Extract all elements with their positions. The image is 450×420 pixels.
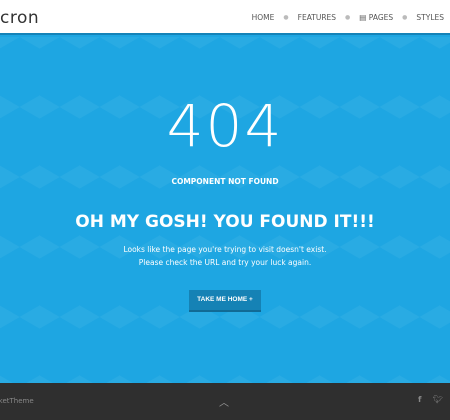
error-section: 404 COMPONENT NOT FOUND OH MY GOSH! YOU … [0, 37, 450, 383]
nav-styles[interactable]: STYLES [416, 13, 444, 22]
error-heading: OH MY GOSH! YOU FOUND IT!!! [75, 212, 375, 232]
facebook-icon[interactable]: f [418, 395, 421, 404]
nav-separator: ● [283, 14, 289, 21]
message-line-1: Looks like the page you're trying to vis… [123, 245, 327, 254]
error-message: Looks like the page you're trying to vis… [0, 243, 450, 269]
nav-home[interactable]: HOME [252, 13, 275, 22]
error-code: 404 [166, 92, 284, 160]
nav-separator: ● [345, 14, 351, 21]
nav-pages-label: PAGES [368, 13, 394, 22]
error-subtitle: COMPONENT NOT FOUND [171, 177, 279, 186]
nav-features[interactable]: FEATURES [298, 13, 336, 22]
logo[interactable]: cron [0, 8, 39, 28]
footer: RocketTheme ︿ f 🐦︎ [0, 383, 450, 420]
take-me-home-button[interactable]: TAKE ME HOME + [189, 290, 261, 310]
main-nav: HOME ● FEATURES ● ▤ PAGES ● STYLES [252, 13, 444, 22]
twitter-icon[interactable]: 🐦︎ [433, 395, 443, 404]
copyright[interactable]: RocketTheme [0, 397, 34, 405]
chevron-up-icon[interactable]: ︿ [219, 394, 229, 409]
nav-pages[interactable]: ▤ PAGES [359, 13, 393, 22]
header: cron HOME ● FEATURES ● ▤ PAGES ● STYLES [0, 0, 450, 35]
nav-separator: ● [402, 14, 408, 21]
message-line-2: Please check the URL and try your luck a… [138, 258, 312, 267]
document-icon: ▤ [359, 13, 369, 22]
